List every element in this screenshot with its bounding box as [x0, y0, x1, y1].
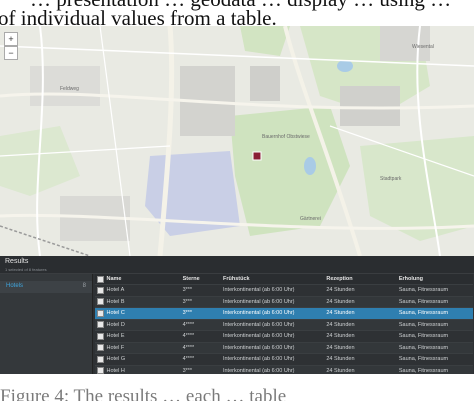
cell-stars: 4****: [180, 318, 221, 331]
table-row[interactable]: BHotel B3***Interkontinental (ab 6:00 Uh…: [95, 295, 473, 308]
map-place-label: Wiesental: [412, 44, 434, 50]
cell-recreation: Sauna, Fitnessraum: [396, 295, 473, 308]
layer-sidebar: Hotels 8: [0, 274, 93, 374]
table-row[interactable]: AHotel A3***Interkontinental (ab 6:00 Uh…: [95, 284, 473, 296]
row-id: F: [95, 341, 105, 354]
cell-breakfast: Interkontinental (ab 6:00 Uhr): [220, 318, 325, 331]
sidebar-item-label: Hotels: [6, 283, 24, 289]
park-area: [360, 136, 474, 241]
map-place-label: Bauernhof Obstwiese: [262, 134, 310, 140]
cell-breakfast: Interkontinental (ab 6:00 Uhr): [220, 295, 325, 308]
cell-reception: 24 Stunden: [324, 330, 397, 342]
cell-stars: 4****: [180, 330, 221, 342]
cell-reception: 24 Stunden: [324, 307, 397, 319]
building-block: [250, 66, 280, 101]
table-row[interactable]: CHotel C3***Interkontinental (ab 6:00 Uh…: [95, 307, 473, 319]
table-header-row: Name Sterne Frühstück Rezeption Erholung: [95, 274, 473, 285]
cell-breakfast: Interkontinental (ab 6:00 Uhr): [220, 284, 325, 296]
results-subtitle: 1 selected of 8 features: [5, 267, 47, 272]
map-place-label: Feldweg: [60, 86, 79, 92]
water-body: [304, 157, 316, 175]
cell-stars: 3***: [180, 284, 221, 296]
hotel-marker-selected[interactable]: [252, 151, 262, 161]
cell-reception: 24 Stunden: [324, 295, 397, 308]
cell-recreation: Sauna, Fitnessraum: [396, 318, 473, 331]
water-body: [337, 60, 353, 72]
cell-breakfast: Interkontinental (ab 6:00 Uhr): [220, 307, 325, 319]
building-block: [340, 86, 400, 126]
park-area: [240, 26, 290, 56]
row-checkbox[interactable]: [97, 332, 104, 340]
table-row[interactable]: DHotel D4****Interkontinental (ab 6:00 U…: [95, 318, 473, 331]
cell-name: Hotel G: [104, 353, 181, 365]
table-row[interactable]: EHotel E4****Interkontinental (ab 6:00 U…: [95, 330, 473, 342]
cell-name: Hotel D: [104, 318, 181, 331]
cell-breakfast: Interkontinental (ab 6:00 Uhr): [220, 353, 325, 365]
cell-stars: 4****: [180, 341, 221, 354]
row-checkbox[interactable]: [97, 309, 104, 317]
row-id: G: [95, 353, 105, 365]
select-all-checkbox[interactable]: [97, 275, 104, 283]
row-id: B: [95, 295, 105, 308]
cell-reception: 24 Stunden: [324, 284, 397, 296]
zoom-out-button[interactable]: −: [4, 46, 18, 60]
column-header-stars[interactable]: Sterne: [180, 274, 221, 285]
results-panel: Results 1 selected of 8 features Hotels …: [0, 256, 474, 376]
row-id: E: [95, 330, 105, 342]
map-canvas[interactable]: [0, 26, 474, 256]
zoom-in-button[interactable]: +: [4, 32, 18, 46]
sidebar-item-count: 8: [82, 283, 86, 289]
cell-reception: 24 Stunden: [324, 353, 397, 365]
row-checkbox[interactable]: [97, 321, 104, 329]
row-checkbox[interactable]: [97, 355, 104, 363]
cell-name: Hotel C: [104, 307, 181, 319]
figure-caption: Figure 4: The results … each … table: [0, 386, 287, 401]
cell-recreation: Sauna, Fitnessraum: [396, 330, 473, 342]
results-header: Results 1 selected of 8 features: [0, 256, 474, 274]
map-place-label: Gärtnerei: [300, 216, 321, 222]
row-id: A: [95, 284, 105, 296]
cell-stars: 4****: [180, 353, 221, 365]
cell-recreation: Sauna, Fitnessraum: [396, 284, 473, 296]
cell-reception: 24 Stunden: [324, 318, 397, 331]
sidebar-item-hotels[interactable]: Hotels 8: [0, 281, 92, 293]
results-title: Results: [5, 258, 29, 265]
cell-recreation: Sauna, Fitnessraum: [396, 353, 473, 365]
cell-name: Hotel B: [104, 295, 181, 308]
cell-name: Hotel E: [104, 330, 181, 342]
cell-recreation: Sauna, Fitnessraum: [396, 307, 473, 319]
row-id: D: [95, 318, 105, 331]
cell-name: Hotel F: [104, 341, 181, 354]
column-header-recreation[interactable]: Erholung: [396, 274, 473, 285]
row-checkbox[interactable]: [97, 286, 104, 294]
column-header-name[interactable]: Name: [104, 274, 181, 285]
map-place-label: Stadtpark: [380, 176, 402, 182]
column-header-breakfast[interactable]: Frühstück: [220, 274, 325, 285]
caption-bottom: Figure 4: The results … each … table: [0, 374, 474, 401]
cell-breakfast: Interkontinental (ab 6:00 Uhr): [220, 330, 325, 342]
cell-stars: 3***: [180, 295, 221, 308]
table-row[interactable]: FHotel F4****Interkontinental (ab 6:00 U…: [95, 341, 473, 354]
caption-line-2: of individual values from a table.: [0, 6, 277, 26]
cell-breakfast: Interkontinental (ab 6:00 Uhr): [220, 341, 325, 354]
row-checkbox[interactable]: [97, 298, 104, 306]
select-all-header[interactable]: [95, 274, 105, 285]
row-id: C: [95, 307, 105, 319]
results-table: Name Sterne Frühstück Rezeption Erholung…: [95, 274, 473, 376]
cell-recreation: Sauna, Fitnessraum: [396, 341, 473, 354]
cell-stars: 3***: [180, 307, 221, 319]
caption-top: … presentation … geodata … display … usi…: [0, 0, 474, 26]
column-header-reception[interactable]: Rezeption: [324, 274, 397, 285]
cell-reception: 24 Stunden: [324, 341, 397, 354]
table-row[interactable]: GHotel G4****Interkontinental (ab 6:00 U…: [95, 353, 473, 365]
map-view[interactable]: + − Wiesental Bauernhof Obstwiese Gärtne…: [0, 26, 474, 256]
row-checkbox[interactable]: [97, 344, 104, 352]
cell-name: Hotel A: [104, 284, 181, 296]
